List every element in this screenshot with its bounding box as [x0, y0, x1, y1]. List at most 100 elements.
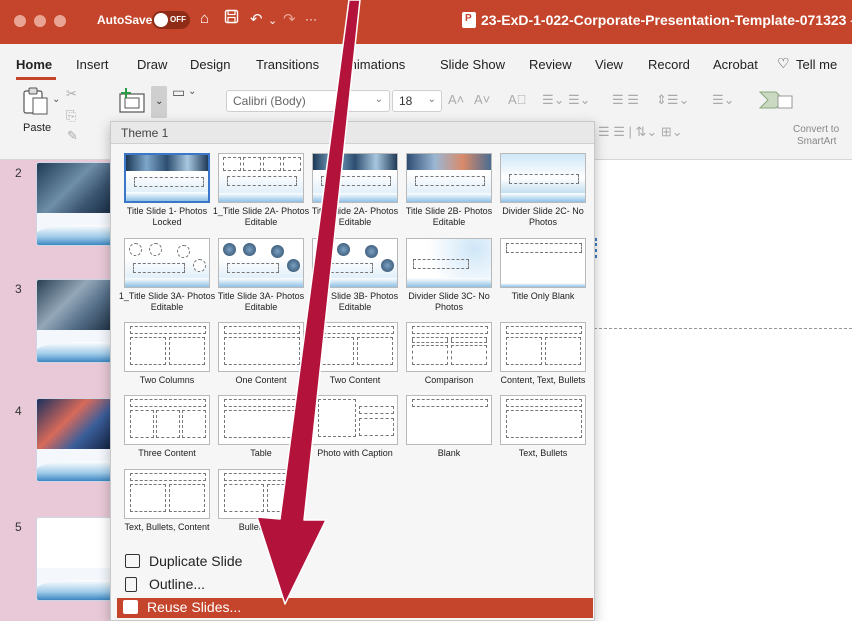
- indent-icons[interactable]: ☰ ☰: [612, 92, 639, 108]
- layout-text-bullets-content[interactable]: Text, Bullets, Content: [121, 469, 213, 539]
- layout-title-slide-3b[interactable]: Title Slide 3B- Photos Editable: [309, 238, 401, 312]
- layout-content-text-bullets[interactable]: Content, Text, Bullets: [497, 322, 589, 392]
- columns-icon[interactable]: ☰⌄: [712, 92, 735, 108]
- tab-tell-me[interactable]: Tell me: [796, 57, 837, 72]
- theme-header: Theme 1: [111, 122, 594, 144]
- layout-thumbnail: [218, 395, 304, 445]
- increase-font-icon[interactable]: A˄: [448, 92, 464, 107]
- save-icon[interactable]: [224, 9, 239, 28]
- layout-name: Title Slide 2A- Photos Editable: [311, 206, 399, 227]
- lightbulb-icon: ♡: [777, 55, 790, 71]
- layout-name: Text, Bullets, Content: [124, 522, 210, 532]
- zoom-window-button[interactable]: [54, 15, 66, 27]
- convert-label-2[interactable]: SmartArt: [797, 136, 836, 147]
- layout-dropdown-icon[interactable]: ⌄: [188, 86, 196, 97]
- tab-insert[interactable]: Insert: [76, 57, 109, 72]
- home-icon[interactable]: ⌂: [200, 10, 209, 27]
- layout-title-slide-3a[interactable]: Title Slide 3A- Photos Editable: [215, 238, 307, 312]
- slide-thumbnail[interactable]: [36, 279, 114, 363]
- font-size-combo[interactable]: 18 ⌄: [392, 90, 442, 112]
- undo-dropdown-icon[interactable]: ⌄: [268, 14, 277, 27]
- layout-1-title-slide-3a[interactable]: 1_Title Slide 3A- Photos Editable: [119, 238, 215, 312]
- layout-one-content[interactable]: One Content: [215, 322, 307, 392]
- more-icon[interactable]: ···: [305, 12, 317, 26]
- autosave-toggle[interactable]: OFF: [152, 11, 190, 29]
- tab-review[interactable]: Review: [529, 57, 572, 72]
- layout-thumbnail: [312, 153, 398, 203]
- layout-thumbnail: [406, 322, 492, 372]
- layout-three-content[interactable]: Three Content: [121, 395, 213, 465]
- layout-title-slide-2b[interactable]: Title Slide 2B- Photos Editable: [403, 153, 495, 227]
- bullets-icon[interactable]: ☰⌄: [542, 92, 565, 108]
- format-painter-icon[interactable]: ✎: [67, 128, 78, 144]
- layout-title-slide-1[interactable]: Title Slide 1- Photos Locked: [121, 153, 213, 227]
- layout-blank[interactable]: Blank: [403, 395, 495, 465]
- tab-acrobat[interactable]: Acrobat: [713, 57, 758, 72]
- convert-label-1[interactable]: Convert to: [793, 124, 839, 135]
- reuse-slides-label: Reuse Slides...: [147, 599, 242, 615]
- layout-photo-with-caption[interactable]: Photo with Caption: [309, 395, 401, 465]
- font-name-value: Calibri (Body): [233, 94, 306, 108]
- slide-thumbnail[interactable]: [36, 398, 114, 482]
- font-name-combo[interactable]: Calibri (Body) ⌄: [226, 90, 390, 112]
- tab-design[interactable]: Design: [190, 57, 230, 72]
- layout-thumbnail: [406, 153, 492, 203]
- tab-view[interactable]: View: [595, 57, 623, 72]
- reuse-slides-icon: [123, 600, 138, 614]
- layout-name: Title Only Blank: [511, 291, 575, 301]
- layout-bullets-and[interactable]: Bullets and: [215, 469, 307, 539]
- clear-formatting-icon[interactable]: A⃠: [508, 92, 526, 107]
- tab-record[interactable]: Record: [648, 57, 690, 72]
- reuse-slides-item[interactable]: Reuse Slides...: [117, 598, 593, 618]
- paste-label[interactable]: Paste: [23, 122, 51, 134]
- minimize-window-button[interactable]: [34, 15, 46, 27]
- tab-home[interactable]: Home: [16, 57, 52, 72]
- layout-comparison[interactable]: Comparison: [403, 322, 495, 392]
- font-size-value: 18: [399, 94, 413, 108]
- paste-dropdown-icon[interactable]: ⌄: [52, 94, 60, 105]
- smartart-icon[interactable]: [758, 88, 798, 112]
- layout-name: Table: [250, 448, 272, 458]
- tab-transitions[interactable]: Transitions: [256, 57, 319, 72]
- decrease-font-icon[interactable]: A˅: [474, 92, 490, 107]
- layout-title-only-blank[interactable]: Title Only Blank: [497, 238, 589, 308]
- tab-draw[interactable]: Draw: [137, 57, 167, 72]
- line-spacing-icon[interactable]: ⇕☰⌄: [656, 92, 689, 108]
- tab-slide-show[interactable]: Slide Show: [440, 57, 505, 72]
- numbering-icon[interactable]: ☰⌄: [568, 92, 591, 108]
- slide-thumbnail[interactable]: [36, 517, 114, 601]
- new-slide-icon[interactable]: [118, 88, 150, 116]
- slide-thumbnails-panel: 2 3 4 5: [0, 160, 114, 621]
- document-title: 23-ExD-1-022-Corporate-Presentation-Temp…: [481, 12, 852, 28]
- layout-divider-slide-3c[interactable]: Divider Slide 3C- No Photos: [403, 238, 495, 312]
- layout-thumbnail: [312, 322, 398, 372]
- layout-table[interactable]: Table: [215, 395, 307, 465]
- copy-icon[interactable]: ⎘: [66, 108, 76, 124]
- placeholder-border: [594, 328, 852, 329]
- tab-animations[interactable]: Animations: [341, 57, 405, 72]
- cut-icon[interactable]: ✂: [66, 86, 77, 102]
- close-window-button[interactable]: [14, 15, 26, 27]
- layout-1-title-slide-2a[interactable]: 1_Title Slide 2A- Photos Editable: [213, 153, 309, 227]
- layout-divider-slide-2c[interactable]: Divider Slide 2C- No Photos: [497, 153, 589, 227]
- layout-thumbnail: [218, 238, 304, 288]
- slide-thumbnail[interactable]: [36, 162, 114, 246]
- undo-icon[interactable]: ↶: [250, 10, 263, 28]
- layout-title-slide-2a[interactable]: Title Slide 2A- Photos Editable: [309, 153, 401, 227]
- layout-name: Title Slide 1- Photos Locked: [126, 206, 208, 227]
- paste-icon[interactable]: [20, 86, 50, 116]
- slide-editor[interactable]: [594, 160, 852, 621]
- layout-thumbnail: [312, 238, 398, 288]
- duplicate-slide-item[interactable]: Duplicate Slide: [119, 552, 589, 572]
- outline-item[interactable]: Outline...: [119, 575, 589, 595]
- layout-two-content[interactable]: Two Content: [309, 322, 401, 392]
- align-icons[interactable]: ☰ ☰ | ⇅⌄ ⊞⌄: [598, 124, 683, 140]
- layout-thumbnail: [500, 395, 586, 445]
- layout-text-bullets[interactable]: Text, Bullets: [497, 395, 589, 465]
- new-slide-dropdown-button[interactable]: ⌄: [151, 86, 167, 118]
- redo-icon[interactable]: ↷: [283, 10, 296, 28]
- powerpoint-window: AutoSave OFF ⌂ ↶ ⌄ ↷ ··· 23-ExD-1-022-Co…: [0, 0, 852, 621]
- layout-icon[interactable]: ▭: [172, 84, 185, 101]
- layout-two-columns[interactable]: Two Columns: [121, 322, 213, 392]
- chevron-down-icon: ⌄: [374, 94, 383, 105]
